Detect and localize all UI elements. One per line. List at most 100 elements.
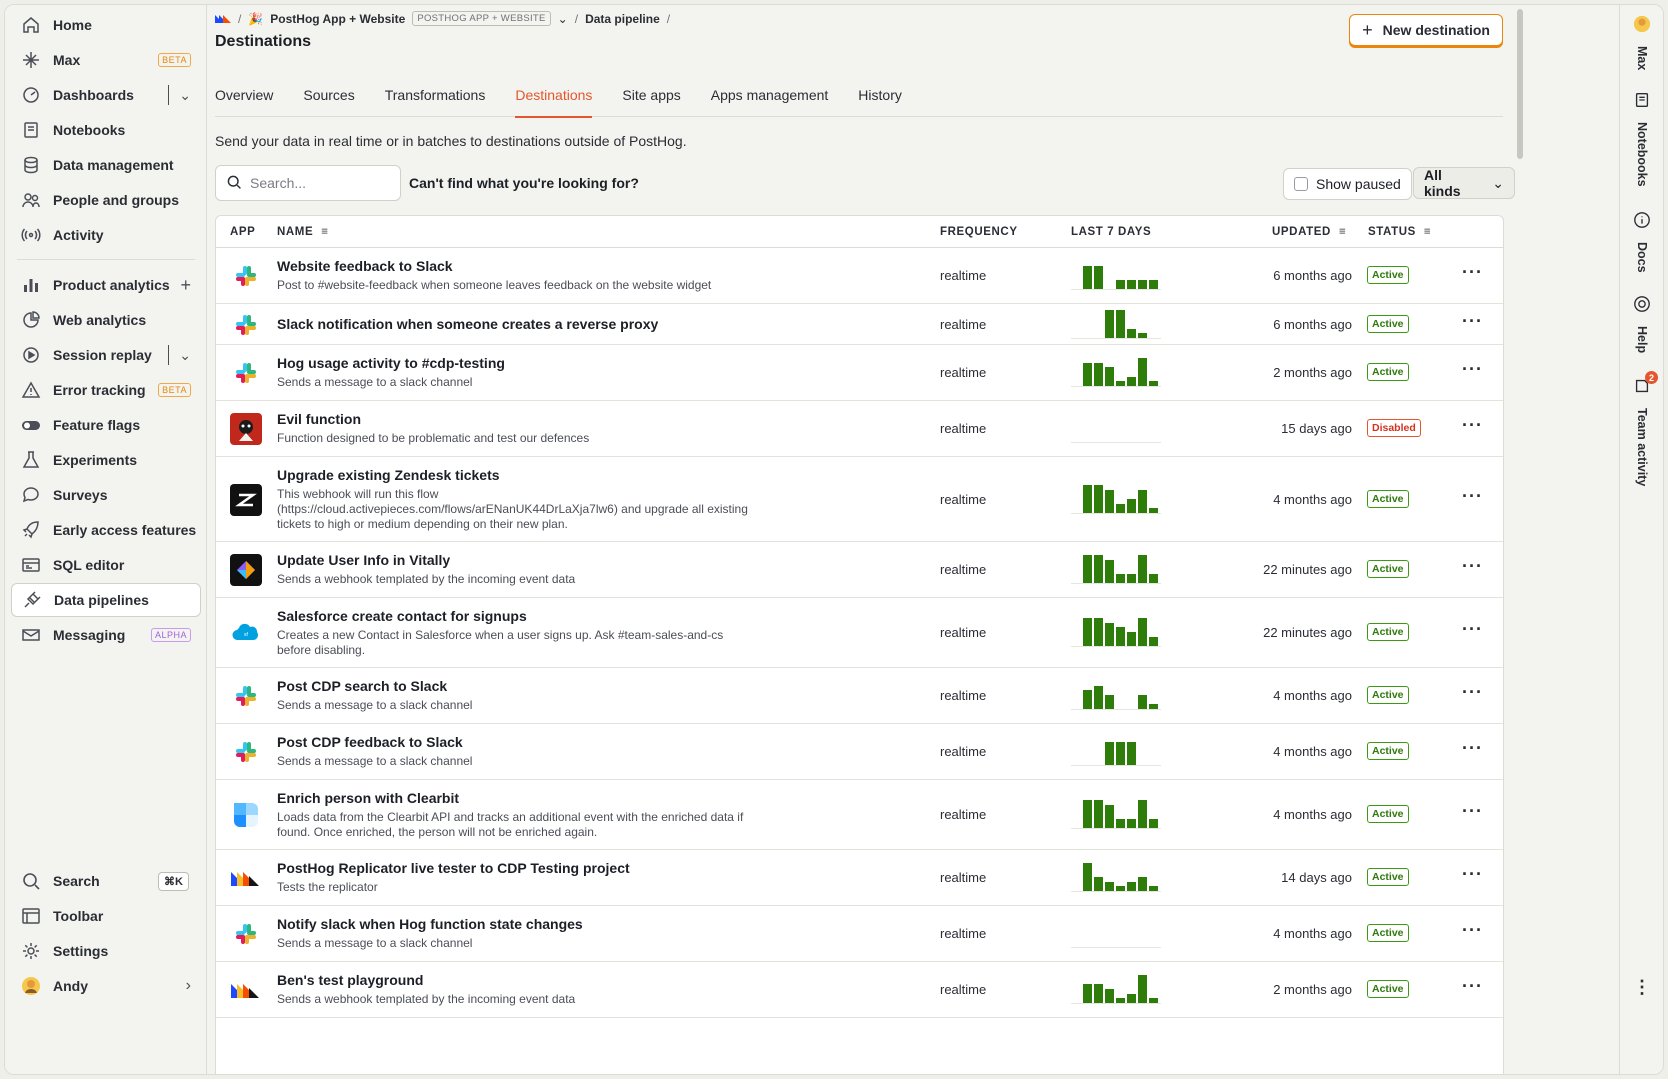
more-options-icon[interactable]: ··· <box>1462 262 1483 283</box>
sort-icon: ≡ <box>1338 226 1347 238</box>
destination-name-bens-playground[interactable]: Ben's test playground <box>277 972 757 988</box>
table-row[interactable]: Hog usage activity to #cdp-testing Sends… <box>216 345 1503 401</box>
destination-name-cdp-search[interactable]: Post CDP search to Slack <box>277 678 757 694</box>
tab-transformations[interactable]: Transformations <box>385 87 486 117</box>
table-row[interactable]: Upgrade existing Zendesk tickets This we… <box>216 457 1503 542</box>
avatar <box>21 976 41 996</box>
rail-more-icon[interactable]: ⋮ <box>1620 977 1663 998</box>
tab-apps-management[interactable]: Apps management <box>711 87 829 117</box>
tab-overview[interactable]: Overview <box>215 87 273 117</box>
destination-name-website-feedback[interactable]: Website feedback to Slack <box>277 258 757 274</box>
chevron-right-icon[interactable]: › <box>186 977 191 995</box>
sidebar-item-session-replay[interactable]: Session replay ⌄ <box>11 338 201 372</box>
more-options-icon[interactable]: ··· <box>1462 738 1483 759</box>
sidebar-item-data-management[interactable]: Data management <box>11 148 201 182</box>
chevron-down-icon[interactable]: ⌄ <box>558 12 568 26</box>
col-updated[interactable]: UPDATED ≡ <box>1272 226 1346 238</box>
sidebar-item-toolbar[interactable]: Toolbar <box>11 899 201 933</box>
rail-max[interactable]: Max <box>1620 15 1663 70</box>
more-options-icon[interactable]: ··· <box>1462 486 1483 507</box>
table-row[interactable]: Enrich person with Clearbit Loads data f… <box>216 780 1503 850</box>
tab-destinations[interactable]: Destinations <box>515 87 593 118</box>
col-name[interactable]: NAME ≡ <box>277 226 329 238</box>
more-options-icon[interactable]: ··· <box>1462 359 1483 380</box>
table-row[interactable]: Update User Info in Vitally Sends a webh… <box>216 542 1503 598</box>
cant-find-link[interactable]: Can't find what you're looking for? <box>409 175 639 191</box>
sidebar-item-people[interactable]: People and groups <box>11 183 201 217</box>
sidebar-item-sql-editor[interactable]: SQL editor <box>11 548 201 582</box>
posthog-logo-icon[interactable] <box>215 12 231 26</box>
scrollbar[interactable] <box>1516 5 1524 1074</box>
more-options-icon[interactable]: ··· <box>1462 864 1483 885</box>
more-options-icon[interactable]: ··· <box>1462 976 1483 997</box>
updated-value: 4 months ago <box>1273 807 1352 822</box>
table-row[interactable]: sf Salesforce create contact for signups… <box>216 598 1503 668</box>
table-row[interactable]: Post CDP search to Slack Sends a message… <box>216 668 1503 724</box>
table-row[interactable]: Ben's test playground Sends a webhook te… <box>216 962 1503 1018</box>
search-input[interactable]: Search... <box>215 165 401 201</box>
sidebar-item-data-pipelines[interactable]: Data pipelines <box>11 583 201 617</box>
table-row[interactable]: Post CDP feedback to Slack Sends a messa… <box>216 724 1503 780</box>
tab-sources[interactable]: Sources <box>303 87 354 117</box>
breadcrumb-project[interactable]: PostHog App + Website <box>270 12 405 26</box>
rail-help[interactable]: Help <box>1620 295 1663 353</box>
more-options-icon[interactable]: ··· <box>1462 682 1483 703</box>
scrollbar-thumb[interactable] <box>1517 9 1523 159</box>
sidebar-item-error-tracking[interactable]: Error tracking BETA <box>11 373 201 407</box>
chevron-down-icon[interactable]: ⌄ <box>179 347 191 364</box>
destination-name-salesforce[interactable]: Salesforce create contact for signups <box>277 608 757 624</box>
col-status[interactable]: STATUS ≡ <box>1368 226 1431 238</box>
sidebar-item-notebooks[interactable]: Notebooks <box>11 113 201 147</box>
more-options-icon[interactable]: ··· <box>1462 619 1483 640</box>
destination-name-replicator[interactable]: PostHog Replicator live tester to CDP Te… <box>277 860 757 876</box>
rail-notebooks[interactable]: Notebooks <box>1620 91 1663 187</box>
destination-name-evil-function[interactable]: Evil function <box>277 411 757 427</box>
table-row[interactable]: Notify slack when Hog function state cha… <box>216 906 1503 962</box>
table-row[interactable]: Slack notification when someone creates … <box>216 304 1503 345</box>
destination-name-vitally[interactable]: Update User Info in Vitally <box>277 552 757 568</box>
sidebar-item-activity[interactable]: Activity <box>11 218 201 252</box>
sidebar-item-user[interactable]: Andy › <box>11 969 201 1003</box>
sidebar-item-settings[interactable]: Settings <box>11 934 201 968</box>
sidebar-item-surveys[interactable]: Surveys <box>11 478 201 512</box>
sidebar-item-early-access[interactable]: Early access features <box>11 513 201 547</box>
destination-name-zendesk[interactable]: Upgrade existing Zendesk tickets <box>277 467 757 483</box>
kinds-select[interactable]: All kinds ⌄ <box>1413 167 1515 199</box>
destination-name-reverse-proxy[interactable]: Slack notification when someone creates … <box>277 316 757 332</box>
more-options-icon[interactable]: ··· <box>1462 556 1483 577</box>
sidebar-item-max[interactable]: Max BETA <box>11 43 201 77</box>
table-row[interactable]: Evil function Function designed to be pr… <box>216 401 1503 457</box>
tab-site-apps[interactable]: Site apps <box>622 87 680 117</box>
plug-icon <box>22 590 42 610</box>
more-options-icon[interactable]: ··· <box>1462 311 1483 332</box>
sidebar-item-experiments[interactable]: Experiments <box>11 443 201 477</box>
breadcrumb-section[interactable]: Data pipeline <box>585 12 660 26</box>
sidebar-item-home[interactable]: Home <box>11 8 201 42</box>
sidebar-item-dashboards[interactable]: Dashboards ⌄ <box>11 78 201 112</box>
destination-name-hog-usage[interactable]: Hog usage activity to #cdp-testing <box>277 355 757 371</box>
frequency-value: realtime <box>940 688 987 703</box>
rail-team-activity[interactable]: 2 Team activity <box>1620 371 1663 486</box>
more-options-icon[interactable]: ··· <box>1462 801 1483 822</box>
checkbox[interactable] <box>1294 177 1308 191</box>
frequency-value: realtime <box>940 268 987 283</box>
destination-description: Sends a webhook templated by the incomin… <box>277 992 576 1006</box>
plus-icon[interactable]: + <box>180 275 191 296</box>
rail-docs[interactable]: Docs <box>1620 211 1663 273</box>
destination-name-hog-state[interactable]: Notify slack when Hog function state cha… <box>277 916 757 932</box>
sidebar-item-search[interactable]: Search ⌘K <box>11 864 201 898</box>
destination-name-cdp-feedback[interactable]: Post CDP feedback to Slack <box>277 734 757 750</box>
sidebar-item-product-analytics[interactable]: Product analytics + <box>11 268 201 302</box>
show-paused-checkbox[interactable]: Show paused <box>1283 168 1412 200</box>
table-row[interactable]: PostHog Replicator live tester to CDP Te… <box>216 850 1503 906</box>
new-destination-button[interactable]: + New destination <box>1349 14 1503 46</box>
more-options-icon[interactable]: ··· <box>1462 920 1483 941</box>
tab-history[interactable]: History <box>858 87 902 117</box>
sidebar-item-web-analytics[interactable]: Web analytics <box>11 303 201 337</box>
table-row[interactable]: Website feedback to Slack Post to #websi… <box>216 248 1503 304</box>
sidebar-item-messaging[interactable]: Messaging ALPHA <box>11 618 201 652</box>
more-options-icon[interactable]: ··· <box>1462 415 1483 436</box>
destination-name-clearbit[interactable]: Enrich person with Clearbit <box>277 790 757 806</box>
chevron-down-icon[interactable]: ⌄ <box>179 87 191 104</box>
sidebar-item-feature-flags[interactable]: Feature flags <box>11 408 201 442</box>
